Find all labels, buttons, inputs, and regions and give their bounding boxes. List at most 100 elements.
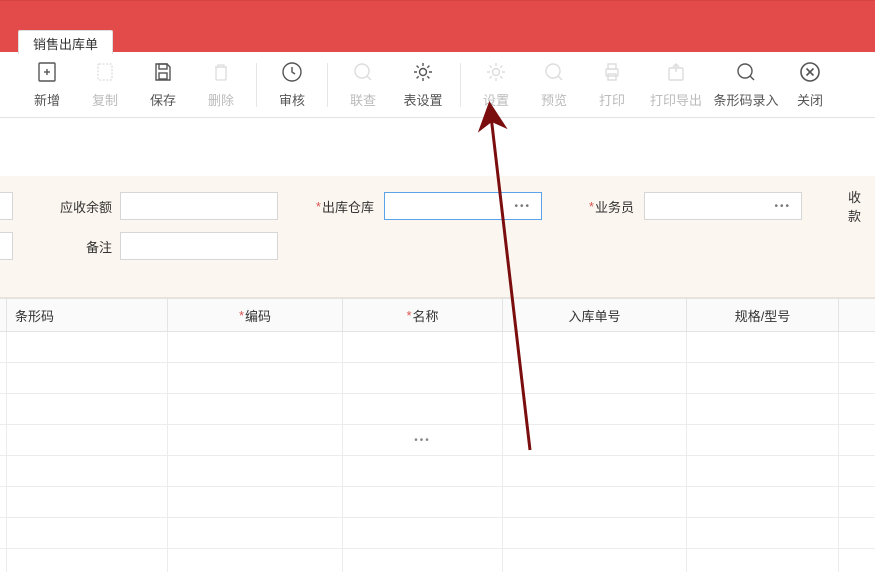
audit-label: 审核 (279, 90, 305, 109)
table-cell[interactable] (7, 394, 168, 424)
truncated-input-left[interactable] (0, 192, 13, 220)
table-row[interactable] (0, 363, 875, 394)
table-cell[interactable] (7, 487, 168, 517)
table-cell[interactable] (503, 456, 687, 486)
delete-button[interactable]: 删除 (192, 55, 250, 115)
table-cell[interactable] (503, 394, 687, 424)
table-cell[interactable] (343, 332, 503, 362)
th-barcode[interactable]: 条形码 (7, 299, 168, 331)
delete-label: 删除 (208, 90, 234, 109)
save-button[interactable]: 保存 (134, 55, 192, 115)
table-cell[interactable] (0, 456, 7, 486)
table-cell[interactable] (168, 394, 343, 424)
table-cell[interactable] (343, 518, 503, 548)
th-code[interactable]: *编码 (168, 299, 343, 331)
close-button[interactable]: 关闭 (781, 55, 839, 115)
table-cell[interactable] (7, 549, 168, 572)
table-row[interactable] (0, 518, 875, 549)
table-cell[interactable] (168, 518, 343, 548)
copy-button[interactable]: 复制 (76, 55, 134, 115)
table-cell[interactable] (7, 332, 168, 362)
remark-input[interactable] (120, 232, 278, 260)
table-cell[interactable] (839, 363, 875, 393)
table-cell[interactable] (839, 394, 875, 424)
warehouse-picker[interactable] (384, 192, 542, 220)
copy-icon (93, 60, 117, 84)
table-cell[interactable] (0, 549, 7, 572)
preview-button[interactable]: 预览 (525, 55, 583, 115)
th-spec[interactable]: 规格/型号 (687, 299, 839, 331)
printer-icon (600, 60, 624, 84)
table-cell[interactable] (839, 332, 875, 362)
table-cell[interactable] (343, 363, 503, 393)
barcode-search-icon (734, 60, 758, 84)
table-cell[interactable] (687, 332, 839, 362)
table-cell[interactable] (503, 549, 687, 572)
table-cell[interactable] (168, 425, 343, 455)
table-cell[interactable] (0, 332, 7, 362)
table-cell[interactable] (839, 456, 875, 486)
th-name[interactable]: *名称 (343, 299, 503, 331)
truncated-input-left-2[interactable] (0, 232, 13, 260)
table-cell[interactable] (168, 363, 343, 393)
table-cell[interactable] (343, 549, 503, 572)
table-cell[interactable] (687, 487, 839, 517)
table-cell[interactable] (687, 549, 839, 572)
table-cell[interactable] (168, 456, 343, 486)
table-cell[interactable] (7, 363, 168, 393)
table-cell[interactable] (343, 394, 503, 424)
plus-page-icon (35, 60, 59, 84)
table-cell[interactable] (0, 394, 7, 424)
table-row[interactable] (0, 332, 875, 363)
table-cell[interactable] (168, 549, 343, 572)
table-cell[interactable] (503, 332, 687, 362)
table-body (0, 332, 875, 572)
table-cell[interactable] (7, 518, 168, 548)
table-cell[interactable] (687, 394, 839, 424)
table-cell[interactable] (503, 487, 687, 517)
th-gutter (0, 299, 7, 331)
table-cell[interactable] (503, 363, 687, 393)
table-cell[interactable] (7, 456, 168, 486)
settings-button[interactable]: 设置 (467, 55, 525, 115)
new-button[interactable]: 新增 (18, 55, 76, 115)
table-cell[interactable] (839, 487, 875, 517)
barcode-entry-button[interactable]: 条形码录入 (711, 55, 781, 115)
barcode-entry-label: 条形码录入 (713, 90, 778, 109)
table-cell[interactable] (687, 456, 839, 486)
table-cell[interactable] (839, 549, 875, 572)
table-cell[interactable] (168, 487, 343, 517)
table-cell[interactable] (687, 363, 839, 393)
table-cell[interactable] (839, 518, 875, 548)
table-row[interactable] (0, 549, 875, 572)
tab-sales-out[interactable]: 销售出库单 (18, 30, 113, 54)
print-button[interactable]: 打印 (583, 55, 641, 115)
table-cell[interactable] (0, 363, 7, 393)
table-cell[interactable] (839, 425, 875, 455)
salesman-picker[interactable] (644, 192, 802, 220)
table-row[interactable] (0, 487, 875, 518)
table-cell[interactable] (0, 518, 7, 548)
table-cell[interactable] (343, 456, 503, 486)
balance-input[interactable] (120, 192, 278, 220)
table-row[interactable] (0, 425, 875, 456)
table-cell[interactable] (0, 425, 7, 455)
table-cell[interactable] (343, 487, 503, 517)
table-row[interactable] (0, 456, 875, 487)
table-row[interactable] (0, 394, 875, 425)
table-cell[interactable] (503, 518, 687, 548)
table-cell[interactable] (0, 487, 7, 517)
table-cell[interactable] (503, 425, 687, 455)
table-settings-button[interactable]: 表设置 (392, 55, 454, 115)
table-cell[interactable] (343, 425, 503, 455)
table-cell[interactable] (168, 332, 343, 362)
th-in-no[interactable]: 入库单号 (503, 299, 687, 331)
audit-button[interactable]: 审核 (263, 55, 321, 115)
table-cell[interactable] (687, 425, 839, 455)
lookup-button[interactable]: 联查 (334, 55, 392, 115)
search-icon (542, 60, 566, 84)
table-cell[interactable] (687, 518, 839, 548)
table-cell[interactable] (7, 425, 168, 455)
print-export-button[interactable]: 打印导出 (641, 55, 711, 115)
save-label: 保存 (150, 90, 176, 109)
